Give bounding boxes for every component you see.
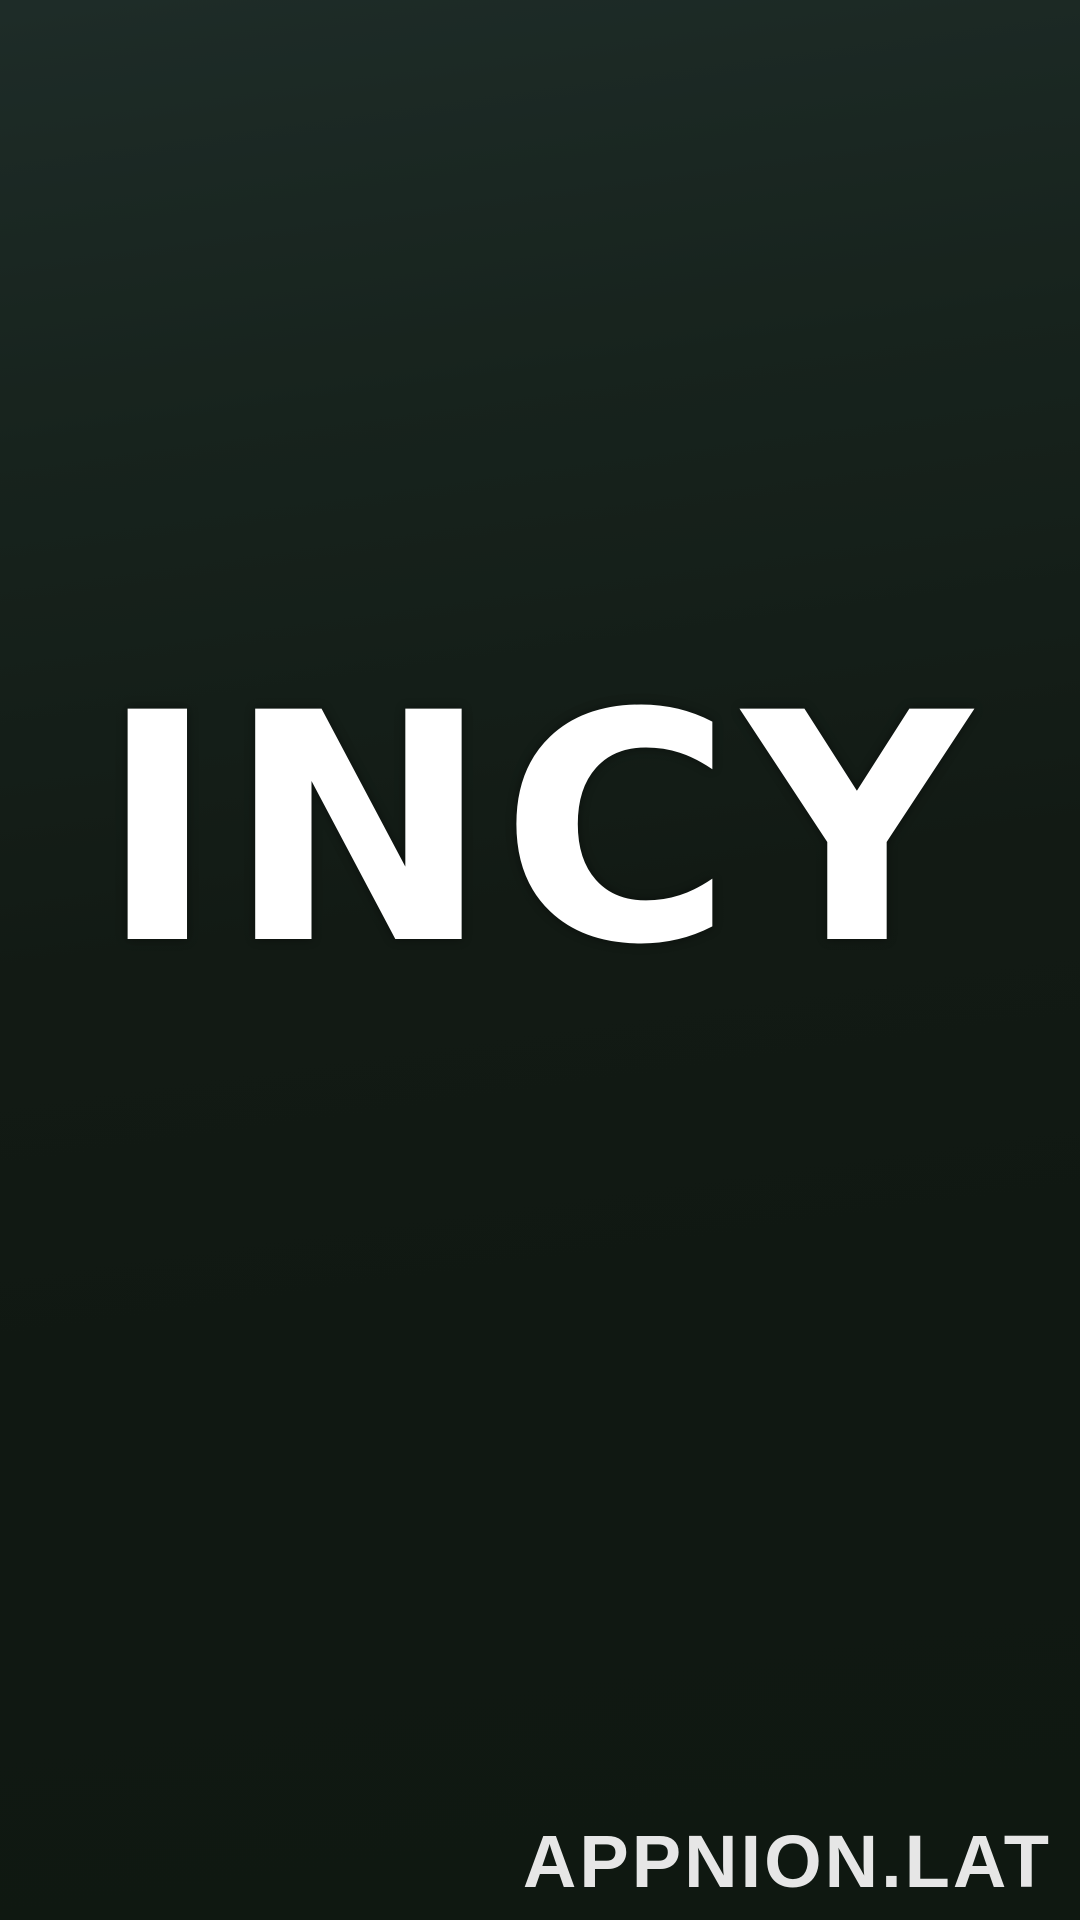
app-logo: INCY — [98, 646, 982, 1014]
splash-screen: INCY APPNION.LAT — [0, 0, 1080, 1920]
watermark-text: APPNION.LAT — [522, 1820, 1052, 1903]
